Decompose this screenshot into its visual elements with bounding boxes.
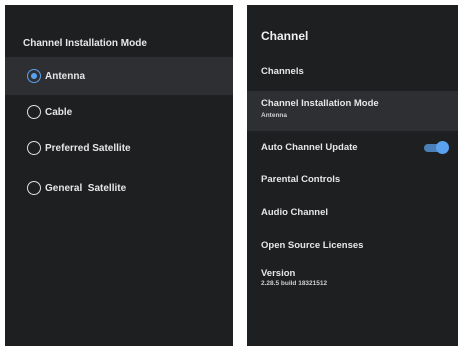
option-label: General Satellite	[45, 182, 127, 194]
radio-unchecked-icon[interactable]	[27, 181, 41, 195]
version-value: 2.28.5 build 18321512	[261, 280, 328, 287]
menu-item-audio-channel[interactable]: Audio Channel	[247, 207, 458, 218]
channel-title: Channel	[261, 29, 309, 43]
option-label: Antenna	[45, 70, 85, 82]
menu-item-label: Channel Installation Mode	[261, 98, 379, 109]
menu-item-open-source-licenses[interactable]: Open Source Licenses	[247, 240, 458, 251]
menu-item-channels[interactable]: Channels	[247, 66, 458, 77]
radio-checked-icon[interactable]	[27, 69, 41, 83]
installation-mode-title: Channel Installation Mode	[23, 38, 147, 49]
radio-unchecked-icon[interactable]	[27, 105, 41, 119]
menu-item-auto-channel-update[interactable]: Auto Channel Update	[247, 141, 458, 154]
toggle-knob	[436, 141, 449, 154]
channel-panel: Channel Channels Channel Installation Mo…	[247, 5, 458, 346]
menu-item-label: Auto Channel Update	[261, 142, 358, 153]
option-label: Cable	[45, 106, 73, 118]
auto-update-toggle[interactable]	[424, 141, 449, 154]
menu-item-installation-mode[interactable]: Channel Installation Mode Antenna	[247, 91, 458, 131]
menu-item-version[interactable]: Version 2.28.5 build 18321512	[247, 268, 458, 287]
installation-mode-panel: Channel Installation Mode Antenna Cable …	[5, 5, 233, 346]
installation-mode-value: Antenna	[261, 112, 287, 119]
menu-item-label: Open Source Licenses	[261, 240, 364, 251]
option-antenna[interactable]: Antenna	[5, 57, 233, 95]
menu-item-label: Version	[261, 268, 296, 279]
option-general-satellite[interactable]: General Satellite	[5, 169, 233, 207]
menu-item-label: Parental Controls	[261, 174, 341, 185]
menu-item-label: Audio Channel	[261, 207, 329, 218]
menu-item-label: Channels	[261, 66, 304, 77]
option-preferred-satellite[interactable]: Preferred Satellite	[5, 129, 233, 167]
option-cable[interactable]: Cable	[5, 93, 233, 131]
menu-item-parental-controls[interactable]: Parental Controls	[247, 174, 458, 185]
radio-unchecked-icon[interactable]	[27, 141, 41, 155]
option-label: Preferred Satellite	[45, 142, 131, 154]
